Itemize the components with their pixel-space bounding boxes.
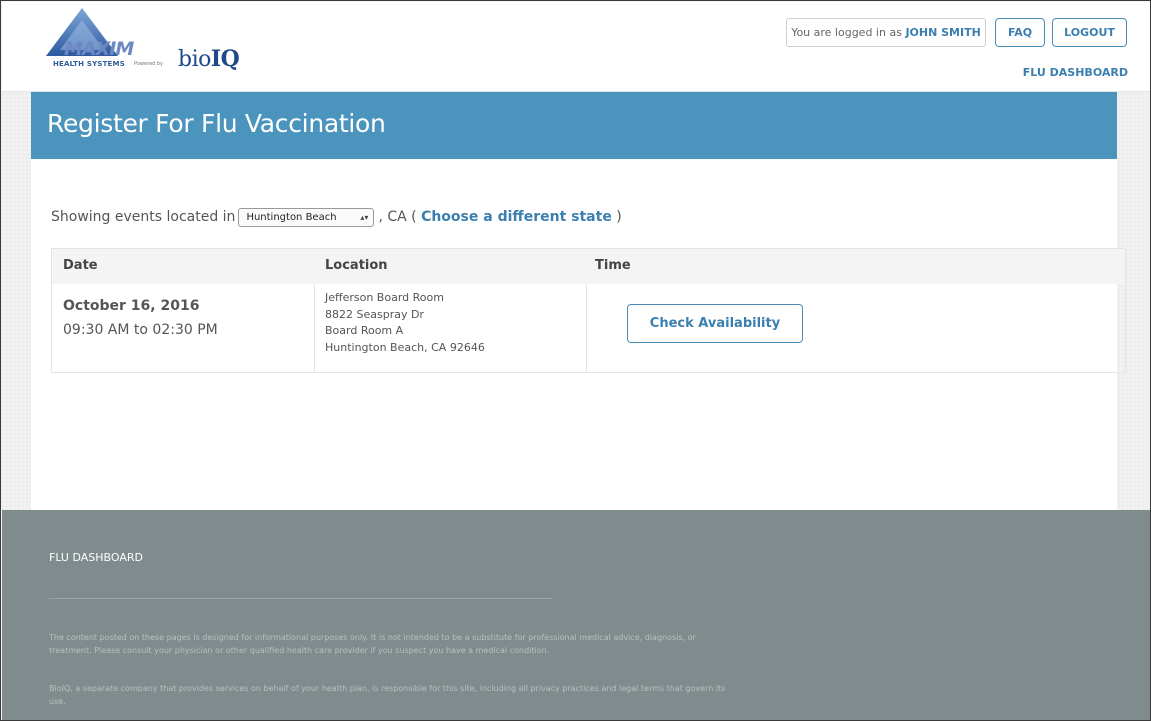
table-header: Date Location Time: [52, 249, 1125, 284]
faq-button[interactable]: FAQ: [995, 18, 1045, 47]
background-strip-left: [1, 92, 31, 510]
location-line: Jefferson Board Room: [325, 291, 444, 304]
logo-bioiq-text: bioIQ: [178, 46, 240, 72]
user-name: JOHN SMITH: [905, 26, 981, 39]
column-divider: [314, 284, 315, 372]
location-line: 8822 Seaspray Dr: [325, 307, 424, 321]
main-content-card: Register For Flu Vaccination Showing eve…: [31, 92, 1126, 510]
page-title: Register For Flu Vaccination: [47, 109, 386, 138]
location-line: Huntington Beach, CA 92646: [325, 340, 485, 354]
logo-iq-text: IQ: [210, 46, 240, 72]
select-arrows-icon: ▴▾: [360, 212, 369, 222]
check-availability-button[interactable]: Check Availability: [627, 304, 803, 343]
column-header-date: Date: [63, 258, 98, 273]
column-divider: [586, 284, 587, 372]
logo-powered-by-text: Powered by: [134, 61, 163, 67]
state-suffix-text: , CA (: [378, 209, 417, 225]
table-row: October 16, 2016 09:30 AM to 02:30 PM Je…: [52, 284, 1125, 372]
logged-in-label: You are logged in as: [791, 26, 902, 39]
column-header-time: Time: [595, 258, 631, 273]
choose-state-link[interactable]: Choose a different state: [421, 209, 612, 225]
logged-in-indicator: You are logged in as JOHN SMITH: [786, 18, 986, 47]
site-header: MAXIM HEALTH SYSTEMS Powered by bioIQ Yo…: [2, 2, 1150, 92]
footer-disclaimer: The content posted on these pages is des…: [49, 633, 696, 655]
title-bar: Register For Flu Vaccination: [31, 92, 1117, 159]
close-paren-text: ): [616, 209, 622, 225]
logout-button[interactable]: LOGOUT: [1052, 18, 1127, 47]
event-time-range: 09:30 AM to 02:30 PM: [63, 322, 218, 338]
footer-dashboard-link[interactable]: FLU DASHBOARD: [49, 551, 143, 564]
city-select[interactable]: Huntington Beach ▴▾: [238, 207, 375, 227]
maxim-bioiq-logo[interactable]: MAXIM HEALTH SYSTEMS Powered by bioIQ: [46, 6, 256, 72]
event-date-cell: October 16, 2016 09:30 AM to 02:30 PM: [63, 298, 218, 338]
logo-maxim-text: MAXIM: [64, 38, 134, 60]
flu-dashboard-link[interactable]: FLU DASHBOARD: [1002, 66, 1128, 79]
event-date: October 16, 2016: [63, 298, 200, 314]
event-location-cell: Jefferson Board Room 8822 Seaspray Dr Bo…: [325, 290, 485, 356]
location-line: Board Room A: [325, 324, 404, 337]
site-footer: FLU DASHBOARD The content posted on thes…: [2, 510, 1150, 720]
column-header-location: Location: [325, 258, 388, 273]
events-table: Date Location Time October 16, 2016 09:3…: [51, 248, 1126, 373]
logo-health-systems-text: HEALTH SYSTEMS: [53, 60, 125, 68]
filter-prefix-text: Showing events located in: [51, 209, 236, 225]
location-filter: Showing events located in Huntington Bea…: [51, 206, 622, 228]
footer-divider: [49, 598, 552, 599]
city-select-value: Huntington Beach: [246, 211, 337, 223]
logo-bio-text: bio: [178, 47, 211, 72]
page-frame: MAXIM HEALTH SYSTEMS Powered by bioIQ Yo…: [0, 0, 1151, 721]
footer-bioiq-notice: BioIQ, a separate company that provides …: [49, 684, 726, 706]
